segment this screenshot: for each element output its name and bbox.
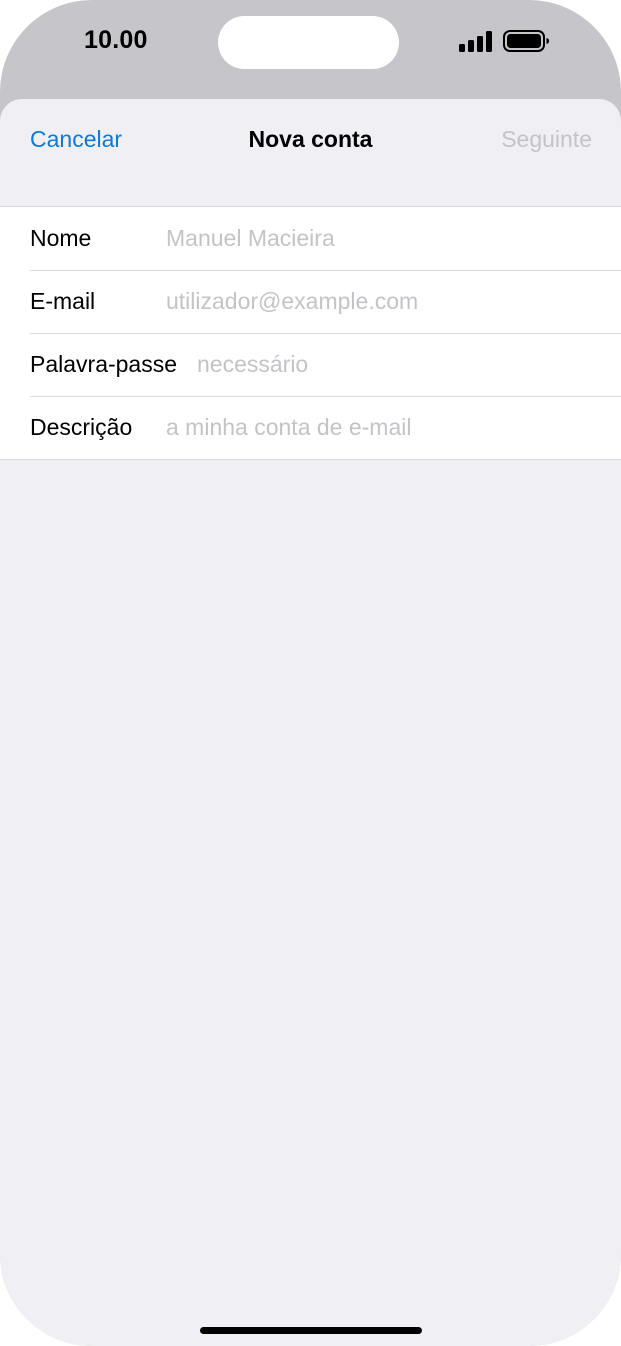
description-field[interactable] [166, 396, 611, 459]
email-field[interactable] [166, 270, 611, 333]
next-button[interactable]: Seguinte [501, 126, 592, 153]
form-row-password: Palavra-passe [0, 333, 621, 396]
home-indicator[interactable] [200, 1327, 422, 1334]
password-field[interactable] [197, 333, 611, 396]
name-field[interactable] [166, 207, 611, 270]
form-row-name: Nome [0, 207, 621, 270]
status-bar: 10.00 [0, 0, 621, 90]
name-label: Nome [30, 225, 92, 251]
description-label: Descrição [30, 414, 133, 440]
dynamic-island [218, 16, 399, 69]
phone-screen: 10.00 Cancelar Nova conta Seguinte Nome [0, 0, 621, 1346]
form-row-email: E-mail [0, 270, 621, 333]
cellular-signal-icon [459, 31, 492, 52]
email-label: E-mail [30, 288, 96, 314]
nav-bar: Cancelar Nova conta Seguinte [0, 99, 621, 181]
password-label: Palavra-passe [30, 351, 178, 377]
status-time: 10.00 [84, 26, 148, 54]
new-account-sheet: Cancelar Nova conta Seguinte Nome E-mail… [0, 99, 621, 1346]
form-row-description: Descrição [0, 396, 621, 459]
account-form: Nome E-mail Palavra-passe Descrição [0, 206, 621, 460]
battery-icon [503, 30, 549, 52]
